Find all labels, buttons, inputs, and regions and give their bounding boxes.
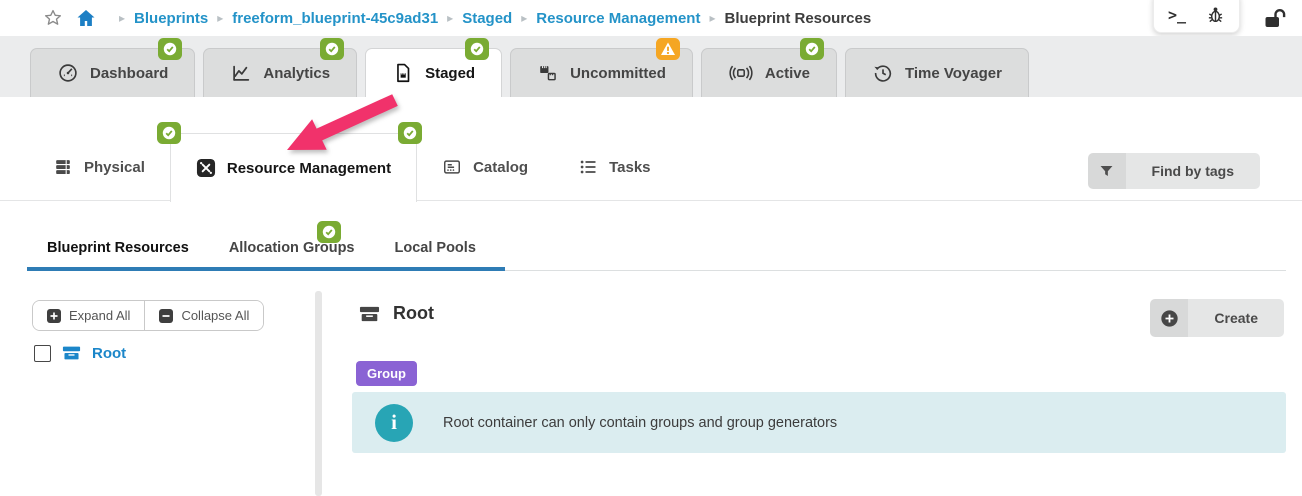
home-icon[interactable]: [76, 8, 96, 28]
tab-dashboard[interactable]: Dashboard: [30, 38, 196, 97]
resource-management-subnav: Blueprint Resources Allocation Groups Lo…: [27, 230, 1286, 271]
blueprint-tab-bar: Dashboard Analytics Staged Uncommitted A…: [0, 36, 1302, 97]
tab-staged[interactable]: Staged: [365, 38, 503, 97]
staged-document-icon: [392, 62, 414, 84]
subtab-tasks[interactable]: Tasks: [553, 133, 675, 201]
expand-plus-icon: [47, 308, 61, 323]
status-check-badge: [799, 38, 824, 60]
tab-label: Uncommitted: [570, 64, 666, 82]
status-check-badge: [398, 122, 423, 144]
breadcrumb-separator: ▸: [447, 11, 454, 25]
breadcrumb-separator: ▸: [119, 11, 126, 25]
detail-header: Root: [358, 303, 434, 324]
analytics-chart-icon: [230, 62, 252, 84]
time-voyager-history-icon: [872, 62, 894, 84]
tab-time-voyager[interactable]: Time Voyager: [844, 48, 1029, 97]
uncommitted-packages-icon: [537, 62, 559, 84]
status-check-badge: [320, 38, 345, 60]
tab-allocation-groups[interactable]: Allocation Groups: [209, 230, 375, 267]
subtab-label: Catalog: [473, 158, 529, 176]
breadcrumb-link-blueprint-name[interactable]: freeform_blueprint-45c9ad31: [232, 10, 438, 27]
detail-title: Root: [393, 303, 434, 323]
type-badge-group: Group: [356, 361, 417, 386]
status-warning-badge: [655, 38, 680, 60]
status-check-badge: [158, 38, 183, 60]
breadcrumb-separator: ▸: [521, 11, 528, 25]
subtab-catalog[interactable]: Catalog: [417, 133, 553, 201]
tree-item-root-label[interactable]: Root: [92, 345, 126, 362]
breadcrumb-current-page: Blueprint Resources: [724, 9, 872, 27]
subtab-label: Resource Management: [226, 159, 392, 177]
tab-label: Analytics: [263, 64, 331, 82]
info-alert-message: Root container can only contain groups a…: [443, 414, 838, 431]
tree-controls: Expand All Collapse All: [32, 300, 265, 331]
breadcrumb-link-staged[interactable]: Staged: [462, 10, 512, 27]
subtab-label: Physical: [84, 158, 145, 176]
breadcrumb-link-resource-management[interactable]: Resource Management: [536, 10, 700, 27]
container-icon: [358, 304, 381, 324]
resource-management-icon: [196, 158, 216, 178]
tasks-list-icon: [578, 157, 598, 177]
unlock-icon[interactable]: [1262, 6, 1288, 31]
physical-rack-icon: [53, 157, 73, 177]
active-broadcast-icon: [728, 62, 754, 84]
tab-label: Staged: [425, 64, 476, 82]
info-icon: i: [375, 403, 413, 442]
info-alert: i Root container can only contain groups…: [352, 392, 1286, 453]
container-icon: [61, 344, 82, 362]
collapse-minus-icon: [159, 308, 174, 323]
subtab-physical[interactable]: Physical: [28, 133, 170, 201]
terminal-icon[interactable]: >_: [1168, 6, 1186, 24]
breadcrumb-separator: ▸: [709, 11, 716, 25]
status-check-badge: [156, 122, 181, 144]
tab-label: Active: [764, 64, 810, 82]
tab-blueprint-resources[interactable]: Blueprint Resources: [27, 230, 209, 267]
breadcrumb: ▸ Blueprints ▸ freeform_blueprint-45c9ad…: [0, 0, 1302, 36]
subtab-resource-management[interactable]: Resource Management: [156, 122, 423, 202]
tree-item-root: Root: [34, 344, 126, 362]
tab-active[interactable]: Active: [700, 38, 837, 97]
active-tab-underline: [27, 267, 505, 271]
create-button[interactable]: Create: [1150, 299, 1284, 337]
tab-label: Time Voyager: [904, 64, 1002, 82]
staged-subtab-bar: Physical Resource Management Catalog Tas…: [0, 122, 1302, 202]
expand-all-label: Expand All: [69, 308, 131, 323]
status-check-badge: [317, 221, 341, 243]
collapse-all-label: Collapse All: [181, 308, 250, 323]
root-checkbox[interactable]: [34, 344, 51, 362]
plus-circle-icon: [1150, 299, 1189, 337]
tab-local-pools[interactable]: Local Pools: [375, 230, 496, 267]
subtab-label: Tasks: [609, 158, 651, 176]
tab-label: Dashboard: [90, 64, 169, 82]
app-window: ▸ Blueprints ▸ freeform_blueprint-45c9ad…: [0, 0, 1302, 496]
topbar-actions: >_: [1152, 0, 1288, 33]
dashboard-gauge-icon: [57, 62, 79, 84]
expand-all-button[interactable]: Expand All: [33, 301, 145, 330]
tab-analytics[interactable]: Analytics: [203, 38, 358, 97]
catalog-card-icon: [442, 157, 462, 177]
status-check-badge: [465, 38, 490, 60]
bug-icon[interactable]: [1206, 5, 1225, 24]
devtools-card: >_: [1152, 0, 1240, 33]
tab-uncommitted[interactable]: Uncommitted: [510, 38, 693, 97]
favorite-star-icon[interactable]: [44, 9, 62, 27]
breadcrumb-link-blueprints[interactable]: Blueprints: [134, 10, 208, 27]
create-label: Create: [1188, 299, 1284, 337]
tree-panel-scrollbar[interactable]: [315, 291, 322, 496]
breadcrumb-separator: ▸: [217, 11, 224, 25]
collapse-all-button[interactable]: Collapse All: [144, 301, 264, 330]
